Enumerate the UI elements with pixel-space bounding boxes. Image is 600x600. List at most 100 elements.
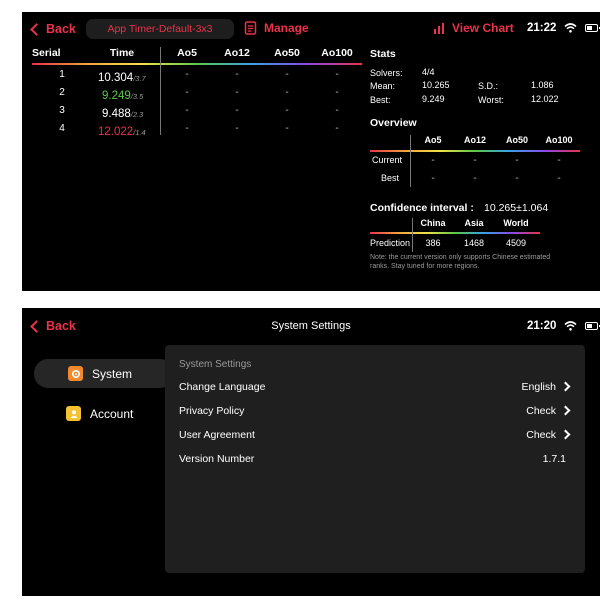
chevron-right-icon: [560, 429, 571, 440]
gear-icon: [68, 366, 83, 381]
ov-ao12-header: Ao12: [463, 135, 486, 145]
col-time-header: Time: [109, 47, 135, 59]
system-settings-screen: Back System Settings 21:20 System Accoun…: [22, 308, 600, 596]
sidebar-item-system[interactable]: System: [34, 359, 174, 388]
sidebar-item-label: System: [92, 366, 133, 381]
ao50-cell: -: [285, 105, 289, 116]
row-value: English: [522, 381, 571, 393]
worst-value: 12.022: [531, 94, 559, 104]
sd-label: S.D.:: [478, 81, 499, 91]
overview-header: Ao5 Ao12 Ao50 Ao100: [412, 135, 580, 149]
table-row[interactable]: 1 10.304/3.7 - - - -: [32, 65, 362, 84]
ov-ao5-header: Ao5: [424, 135, 442, 145]
table-row[interactable]: 4 12.022/1.4 - - - -: [32, 119, 362, 138]
session-name: App Timer-Default-3x3: [107, 23, 213, 35]
confidence-label: Confidence interval :: [370, 202, 474, 214]
ov-ao100-header: Ao100: [545, 135, 573, 145]
column-divider: [160, 47, 161, 135]
chevron-right-icon: [560, 405, 571, 416]
sd-value: 1.086: [531, 80, 554, 90]
serial-cell: 4: [59, 123, 65, 134]
row-label: Change Language: [179, 381, 266, 393]
clock: 21:20: [527, 320, 557, 332]
row-label: Version Number: [179, 453, 255, 465]
row-value: 1.7.1: [542, 453, 566, 465]
sidebar-item-account[interactable]: Account: [66, 406, 133, 421]
person-icon: [66, 406, 81, 421]
change-language-row[interactable]: Change Language English: [179, 381, 571, 393]
best-row: - - - -: [431, 173, 561, 184]
manage-button[interactable]: Manage: [244, 21, 309, 35]
ao100-cell: -: [335, 87, 339, 98]
col-ao5-header: Ao5: [177, 47, 197, 59]
page-title: System Settings: [271, 320, 351, 332]
back-label: Back: [46, 22, 76, 36]
chart-icon: [434, 22, 444, 34]
ao5-cell: -: [185, 123, 189, 134]
current-row: - - - -: [431, 155, 561, 166]
prediction-divider: [370, 232, 540, 234]
time-cell: 12.022/1.4: [98, 126, 146, 138]
results-table-header: Serial Time Ao5 Ao12 Ao50 Ao100: [32, 47, 362, 63]
col-ao100-header: Ao100: [321, 47, 353, 59]
ao5-cell: -: [185, 69, 189, 80]
ao100-cell: -: [335, 123, 339, 134]
clock: 21:22: [527, 22, 557, 34]
best-label: Best:: [370, 95, 391, 105]
mean-label: Mean:: [370, 81, 396, 91]
prediction-note: Note: the current version only supports …: [370, 254, 551, 270]
wifi-icon: [564, 23, 577, 33]
solvers-value: 4/4: [422, 67, 435, 77]
results-table: Serial Time Ao5 Ao12 Ao50 Ao100 1 10.304…: [32, 47, 362, 138]
ov-ao50-header: Ao50: [505, 135, 528, 145]
status-bar: 21:22: [527, 22, 600, 34]
battery-icon: [585, 24, 600, 32]
row-value: Check: [526, 429, 571, 441]
prediction-row: 386 1468 4509: [425, 238, 527, 248]
session-selector[interactable]: App Timer-Default-3x3: [86, 19, 234, 39]
overview-table: Ao5 Ao12 Ao50 Ao100: [412, 135, 580, 149]
row-label: Privacy Policy: [179, 405, 245, 417]
ao5-cell: -: [185, 87, 189, 98]
china-header: China: [420, 218, 446, 228]
ao100-cell: -: [335, 69, 339, 80]
asia-header: Asia: [464, 218, 484, 228]
solvers-label: Solvers:: [370, 68, 403, 78]
current-label: Current: [372, 155, 403, 165]
stats-title: Stats: [370, 48, 396, 60]
prediction-column-divider: [412, 218, 413, 252]
version-number-row: Version Number 1.7.1: [179, 453, 566, 465]
table-row[interactable]: 3 9.488/2.3 - - - -: [32, 101, 362, 120]
ao12-cell: -: [235, 69, 239, 80]
ao12-cell: -: [235, 87, 239, 98]
manage-label: Manage: [264, 21, 309, 35]
view-chart-label: View Chart: [452, 21, 514, 35]
view-chart-button[interactable]: View Chart: [433, 21, 514, 35]
overview-title: Overview: [370, 117, 417, 129]
serial-cell: 1: [59, 69, 65, 80]
timer-results-screen: Back App Timer-Default-3x3 Manage View C…: [22, 12, 600, 291]
row-label: User Agreement: [179, 429, 255, 441]
user-agreement-row[interactable]: User Agreement Check: [179, 429, 571, 441]
privacy-policy-row[interactable]: Privacy Policy Check: [179, 405, 571, 417]
wifi-icon: [564, 321, 577, 331]
ao50-cell: -: [285, 87, 289, 98]
serial-cell: 2: [59, 87, 65, 98]
best-row-label: Best: [381, 173, 400, 183]
prediction-label: Prediction: [370, 238, 411, 248]
row-value: Check: [526, 405, 571, 417]
chevron-right-icon: [560, 381, 571, 392]
serial-cell: 3: [59, 105, 65, 116]
back-button[interactable]: Back: [30, 22, 76, 36]
chevron-left-icon: [30, 22, 43, 36]
overview-column-divider: [410, 135, 411, 187]
world-header: World: [503, 218, 529, 228]
prediction-header: China Asia World: [415, 218, 535, 228]
table-row[interactable]: 2 9.249/3.5 - - - -: [32, 83, 362, 102]
confidence-value: 10.265±1.064: [484, 202, 549, 214]
ao50-cell: -: [285, 123, 289, 134]
ao100-cell: -: [335, 105, 339, 116]
sidebar-item-label: Account: [90, 406, 134, 421]
col-ao50-header: Ao50: [274, 47, 300, 59]
panel-heading: System Settings: [179, 359, 252, 370]
